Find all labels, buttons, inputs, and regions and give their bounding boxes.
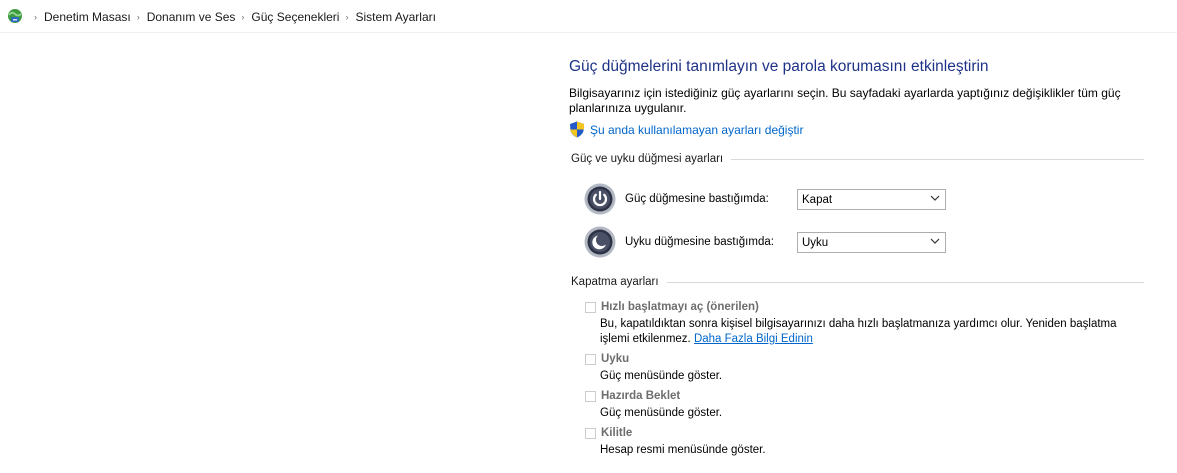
page-description: Bilgisayarınız için istediğiniz güç ayar… — [569, 86, 1121, 115]
learn-more-link[interactable]: Daha Fazla Bilgi Edinin — [694, 333, 813, 345]
power-button-action-select[interactable]: Kapat — [797, 188, 946, 210]
lock-option-description: Hesap resmi menüsünde göster. — [600, 444, 766, 456]
breadcrumb-separator[interactable]: › — [131, 12, 147, 22]
fast-startup-title: Hızlı başlatmayı aç (önerilen) — [601, 301, 759, 313]
fast-startup-desc-text: Bu, kapatıldıktan sonra kişisel bilgisay… — [600, 318, 1117, 345]
breadcrumb-item-control-panel[interactable]: Denetim Masası — [44, 10, 131, 24]
shutdown-group-header: Kapatma ayarları — [571, 275, 1144, 289]
breadcrumb-separator[interactable]: › — [339, 12, 355, 22]
breadcrumb-item-system-settings[interactable]: Sistem Ayarları — [355, 10, 435, 24]
sleep-button-row: Uyku düğmesine bastığımda: Uyku — [584, 226, 946, 258]
sleep-option: Uyku Güç menüsünde göster. — [585, 353, 1145, 384]
power-sleep-group-title: Güç ve uyku düğmesi ayarları — [571, 153, 724, 165]
sleep-button-icon — [584, 226, 616, 258]
power-button-label: Güç düğmesine bastığımda: — [625, 193, 769, 205]
change-unavailable-settings-label[interactable]: Şu anda kullanılamayan ayarları değiştir — [590, 123, 803, 137]
lock-option-title: Kilitle — [601, 427, 633, 439]
lock-checkbox[interactable] — [585, 427, 596, 439]
hibernate-checkbox[interactable] — [585, 390, 596, 402]
sleep-button-action-select[interactable]: Uyku — [797, 231, 946, 253]
shutdown-group-title: Kapatma ayarları — [571, 276, 659, 288]
breadcrumb-item-power-options[interactable]: Güç Seçenekleri — [251, 10, 339, 24]
power-sleep-group-header: Güç ve uyku düğmesi ayarları — [571, 152, 1144, 166]
sleep-button-label: Uyku düğmesine bastığımda: — [625, 236, 774, 248]
lock-option: Kilitle Hesap resmi menüsünde göster. — [585, 427, 1145, 458]
page-title: Güç düğmelerini tanımlayın ve parola kor… — [569, 58, 989, 75]
power-button-icon — [584, 183, 616, 215]
power-button-action-value: Kapat — [802, 193, 833, 206]
breadcrumb-separator[interactable]: › — [235, 12, 251, 22]
group-divider — [731, 158, 1144, 160]
chevron-down-icon — [930, 238, 940, 244]
sleep-option-title: Uyku — [601, 353, 630, 365]
power-button-row: Güç düğmesine bastığımda: Kapat — [584, 183, 946, 215]
group-divider — [666, 281, 1144, 283]
hibernate-option-description: Güç menüsünde göster. — [600, 407, 723, 419]
chevron-down-icon — [930, 195, 940, 201]
fast-startup-option: Hızlı başlatmayı aç (önerilen) Bu, kapat… — [585, 301, 1145, 347]
sleep-button-action-value: Uyku — [802, 236, 829, 249]
breadcrumb: › Denetim Masası › Donanım ve Ses › Güç … — [28, 0, 436, 33]
sleep-option-description: Güç menüsünde göster. — [600, 370, 723, 382]
sleep-checkbox[interactable] — [585, 353, 596, 365]
breadcrumb-item-hardware-sound[interactable]: Donanım ve Ses — [147, 10, 236, 24]
breadcrumb-separator[interactable]: › — [28, 12, 44, 22]
hibernate-option-title: Hazırda Beklet — [601, 390, 681, 402]
hibernate-option: Hazırda Beklet Güç menüsünde göster. — [585, 390, 1145, 421]
uac-shield-icon — [570, 121, 584, 138]
change-unavailable-settings-link[interactable]: Şu anda kullanılamayan ayarları değiştir — [569, 121, 803, 138]
address-bar: › Denetim Masası › Donanım ve Ses › Güç … — [0, 0, 1177, 33]
control-panel-icon[interactable] — [6, 7, 24, 25]
fast-startup-description: Bu, kapatıldıktan sonra kişisel bilgisay… — [600, 317, 1145, 347]
fast-startup-checkbox[interactable] — [585, 301, 596, 313]
